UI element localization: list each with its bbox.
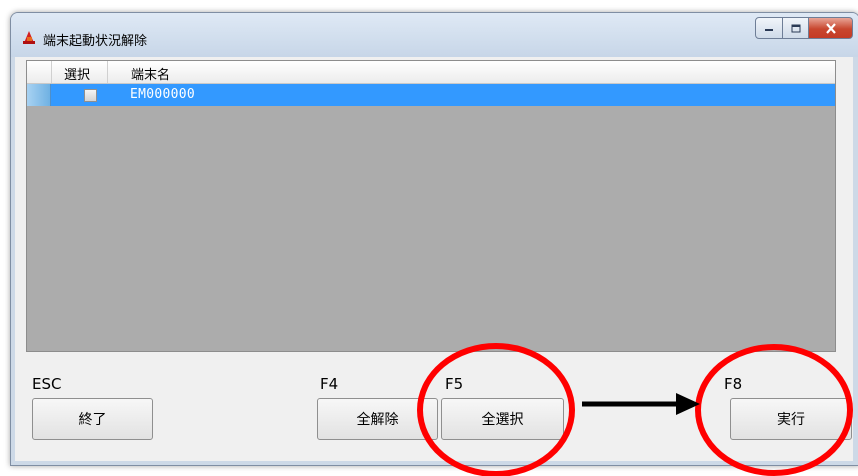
fkey-label-f4: F4 [320,375,339,393]
maximize-button[interactable] [783,17,809,39]
execute-button[interactable]: 実行 [730,398,852,440]
terminal-grid[interactable]: 選択 端末名 EM000000 [26,60,836,352]
deselect-all-button[interactable]: 全解除 [317,398,438,440]
app-icon [23,31,35,44]
fkey-label-f8: F8 [724,375,743,393]
fkey-label-f5: F5 [445,375,464,393]
fkey-label-esc: ESC [32,375,62,393]
minimize-button[interactable] [755,17,783,39]
window-controls [755,17,853,39]
exit-button[interactable]: 終了 [32,398,153,440]
select-all-button[interactable]: 全選択 [441,398,564,440]
column-header-terminal-name[interactable]: 端末名 [131,64,170,83]
grid-header: 選択 端末名 [27,61,835,84]
close-icon [825,22,836,34]
close-button[interactable] [809,17,853,39]
app-window: 端末起動状況解除 選択 端末名 EM000000 ESC F4 F5 F8 終了… [10,12,858,466]
column-header-select[interactable]: 選択 [64,64,90,83]
window-title: 端末起動状況解除 [43,34,148,49]
title-bar[interactable]: 端末起動状況解除 [11,13,858,57]
client-area: 選択 端末名 EM000000 ESC F4 F5 F8 終了 全解除 全選択 … [15,57,853,461]
minimize-icon [765,29,773,31]
row-header[interactable] [27,84,51,106]
row-select-checkbox[interactable] [84,89,97,102]
terminal-name-cell: EM000000 [130,87,196,102]
column-separator [107,61,108,83]
grid-header-corner [27,61,52,83]
maximize-icon [791,24,800,32]
table-row[interactable]: EM000000 [27,84,835,106]
